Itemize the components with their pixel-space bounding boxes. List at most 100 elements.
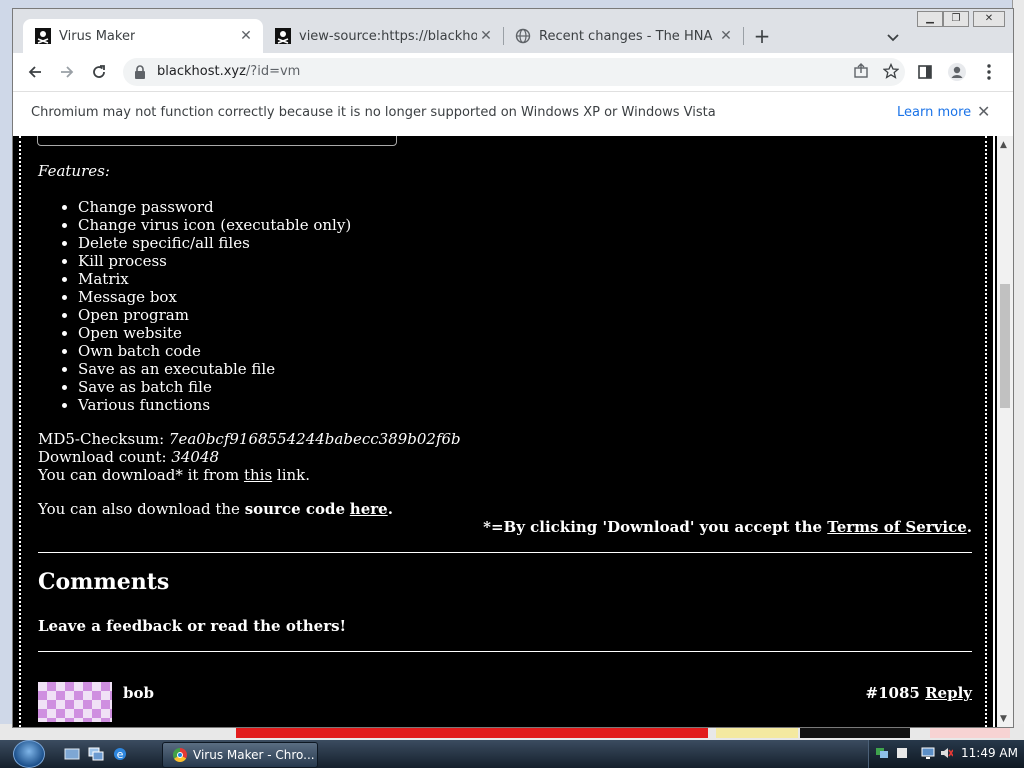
- close-tab-icon[interactable]: ✕: [237, 27, 255, 45]
- side-panel-icon[interactable]: [913, 60, 937, 84]
- tos-period: .: [966, 518, 972, 536]
- main-content: Features: Change password Change virus i…: [38, 162, 972, 722]
- taskbar-chromium-window[interactable]: Virus Maker - Chro...: [162, 742, 318, 768]
- reload-icon[interactable]: [87, 60, 111, 84]
- tab-view-source[interactable]: view-source:https://blackhost.xyz ✕: [263, 19, 503, 53]
- network-icon[interactable]: [875, 746, 889, 760]
- start-button[interactable]: [8, 740, 50, 768]
- browser-window: Virus Maker ✕ view-source:https://blackh…: [12, 8, 1014, 728]
- lock-icon[interactable]: [133, 64, 147, 80]
- tab-title: Virus Maker: [59, 28, 136, 44]
- comment-author: bob: [123, 684, 154, 702]
- list-item: Save as batch file: [78, 378, 972, 396]
- dotted-frame-right: [985, 136, 995, 727]
- list-item: Change password: [78, 198, 972, 216]
- scrollbar-thumb[interactable]: [1000, 284, 1010, 408]
- show-desktop-icon[interactable]: [64, 746, 80, 762]
- tab-recent-changes[interactable]: Recent changes - The HNA Wiki ✕: [503, 19, 743, 53]
- address-bar[interactable]: blackhost.xyz/?id=vm: [123, 58, 905, 86]
- source-code-text: source code: [244, 500, 346, 518]
- list-item: Change virus icon (executable only): [78, 216, 972, 234]
- avatar: [38, 682, 112, 722]
- browser-toolbar: blackhost.xyz/?id=vm: [13, 53, 1013, 91]
- tab-virus-maker[interactable]: Virus Maker ✕: [23, 19, 263, 53]
- comments-subheading: Leave a feedback or read the others!: [38, 617, 347, 635]
- back-arrow-icon[interactable]: [23, 60, 47, 84]
- learn-more-link[interactable]: Learn more: [897, 105, 971, 120]
- source-text: You can also download the: [38, 500, 245, 518]
- taskbar-item-label: Virus Maker - Chro...: [193, 748, 315, 762]
- windows-taskbar: e Virus Maker - Chro... 11:49 AM: [0, 740, 1024, 768]
- new-tab-icon[interactable]: +: [751, 25, 773, 47]
- system-tray: 11:49 AM: [868, 740, 1024, 768]
- md5-label: MD5-Checksum:: [38, 430, 169, 448]
- tab-strip: Virus Maker ✕ view-source:https://blackh…: [13, 9, 1013, 53]
- features-label: Features:: [38, 162, 110, 180]
- comments-heading: Comments: [38, 569, 170, 595]
- list-item: Matrix: [78, 270, 972, 288]
- source-download-link[interactable]: here: [350, 500, 388, 518]
- tab-search-chevron-icon[interactable]: [883, 27, 903, 47]
- windows-orb-icon: [13, 740, 45, 768]
- count-label: Download count:: [38, 448, 172, 466]
- count-value: 34048: [171, 448, 220, 466]
- globe-icon: [515, 28, 531, 44]
- download-link[interactable]: this: [244, 466, 272, 484]
- skull-flag-icon: [275, 28, 291, 44]
- list-item: Own batch code: [78, 342, 972, 360]
- scroll-up-icon[interactable]: ▲: [1000, 140, 1007, 150]
- minimize-icon[interactable]: ▁: [917, 11, 943, 27]
- input-box-partial: [37, 136, 397, 146]
- reply-link[interactable]: Reply: [925, 684, 972, 702]
- tos-text: *=By clicking 'Download' you accept the: [483, 518, 828, 536]
- dotted-frame-left: [19, 136, 25, 727]
- switch-windows-icon[interactable]: [88, 746, 104, 762]
- list-item: Various functions: [78, 396, 972, 414]
- tos-line: *=By clicking 'Download' you accept the …: [38, 518, 972, 536]
- skull-flag-icon: [35, 28, 51, 44]
- list-item: Open website: [78, 324, 972, 342]
- share-icon[interactable]: [853, 63, 869, 83]
- restore-icon[interactable]: ❐: [943, 11, 969, 27]
- monitor-icon[interactable]: [921, 746, 935, 760]
- download-count-line: Download count: 34048: [38, 448, 972, 466]
- profile-avatar-icon[interactable]: [945, 60, 969, 84]
- url-host: blackhost.xyz: [157, 64, 246, 79]
- infobar-message: Chromium may not function correctly beca…: [31, 105, 716, 120]
- clock: 11:49 AM: [961, 746, 1018, 760]
- close-window-icon[interactable]: ✕: [973, 11, 1005, 27]
- svg-text:e: e: [117, 748, 124, 761]
- list-item: Delete specific/all files: [78, 234, 972, 252]
- flag-icon[interactable]: [895, 746, 909, 760]
- internet-explorer-icon[interactable]: e: [112, 746, 128, 762]
- source-period: .: [387, 500, 393, 518]
- chromium-icon: [173, 748, 187, 762]
- scroll-down-icon[interactable]: ▼: [1000, 714, 1007, 724]
- volume-muted-icon[interactable]: [939, 746, 953, 760]
- bookmark-star-icon[interactable]: [882, 62, 900, 83]
- close-tab-icon[interactable]: ✕: [477, 27, 495, 45]
- list-item: Save as an executable file: [78, 360, 972, 378]
- md5-line: MD5-Checksum: 7ea0bcf9168554244babecc389…: [38, 430, 972, 448]
- comment: bob #1085 Reply: [38, 668, 972, 722]
- page-scrollbar[interactable]: ▲ ▼: [997, 136, 1013, 727]
- page-body: Features: Change password Change virus i…: [13, 136, 997, 727]
- features-list: Change password Change virus icon (execu…: [38, 198, 972, 414]
- url-path: /?id=vm: [245, 64, 301, 79]
- comment-meta: #1085 Reply: [866, 684, 972, 702]
- divider: [38, 552, 972, 553]
- comment-id: #1085: [865, 684, 920, 702]
- download-text-end: link.: [272, 466, 311, 484]
- menu-kebab-icon[interactable]: [977, 60, 1001, 84]
- md5-value: 7ea0bcf9168554244babecc389b02f6b: [168, 430, 461, 448]
- terms-of-service-link[interactable]: Terms of Service: [827, 518, 966, 536]
- source-line: You can also download the source code he…: [38, 500, 972, 518]
- divider: [38, 651, 972, 652]
- forward-arrow-icon[interactable]: [55, 60, 79, 84]
- list-item: Open program: [78, 306, 972, 324]
- list-item: Message box: [78, 288, 972, 306]
- close-tab-icon[interactable]: ✕: [717, 27, 735, 45]
- download-text: You can download* it from: [38, 466, 244, 484]
- close-infobar-icon[interactable]: ✕: [977, 102, 990, 121]
- list-item: Kill process: [78, 252, 972, 270]
